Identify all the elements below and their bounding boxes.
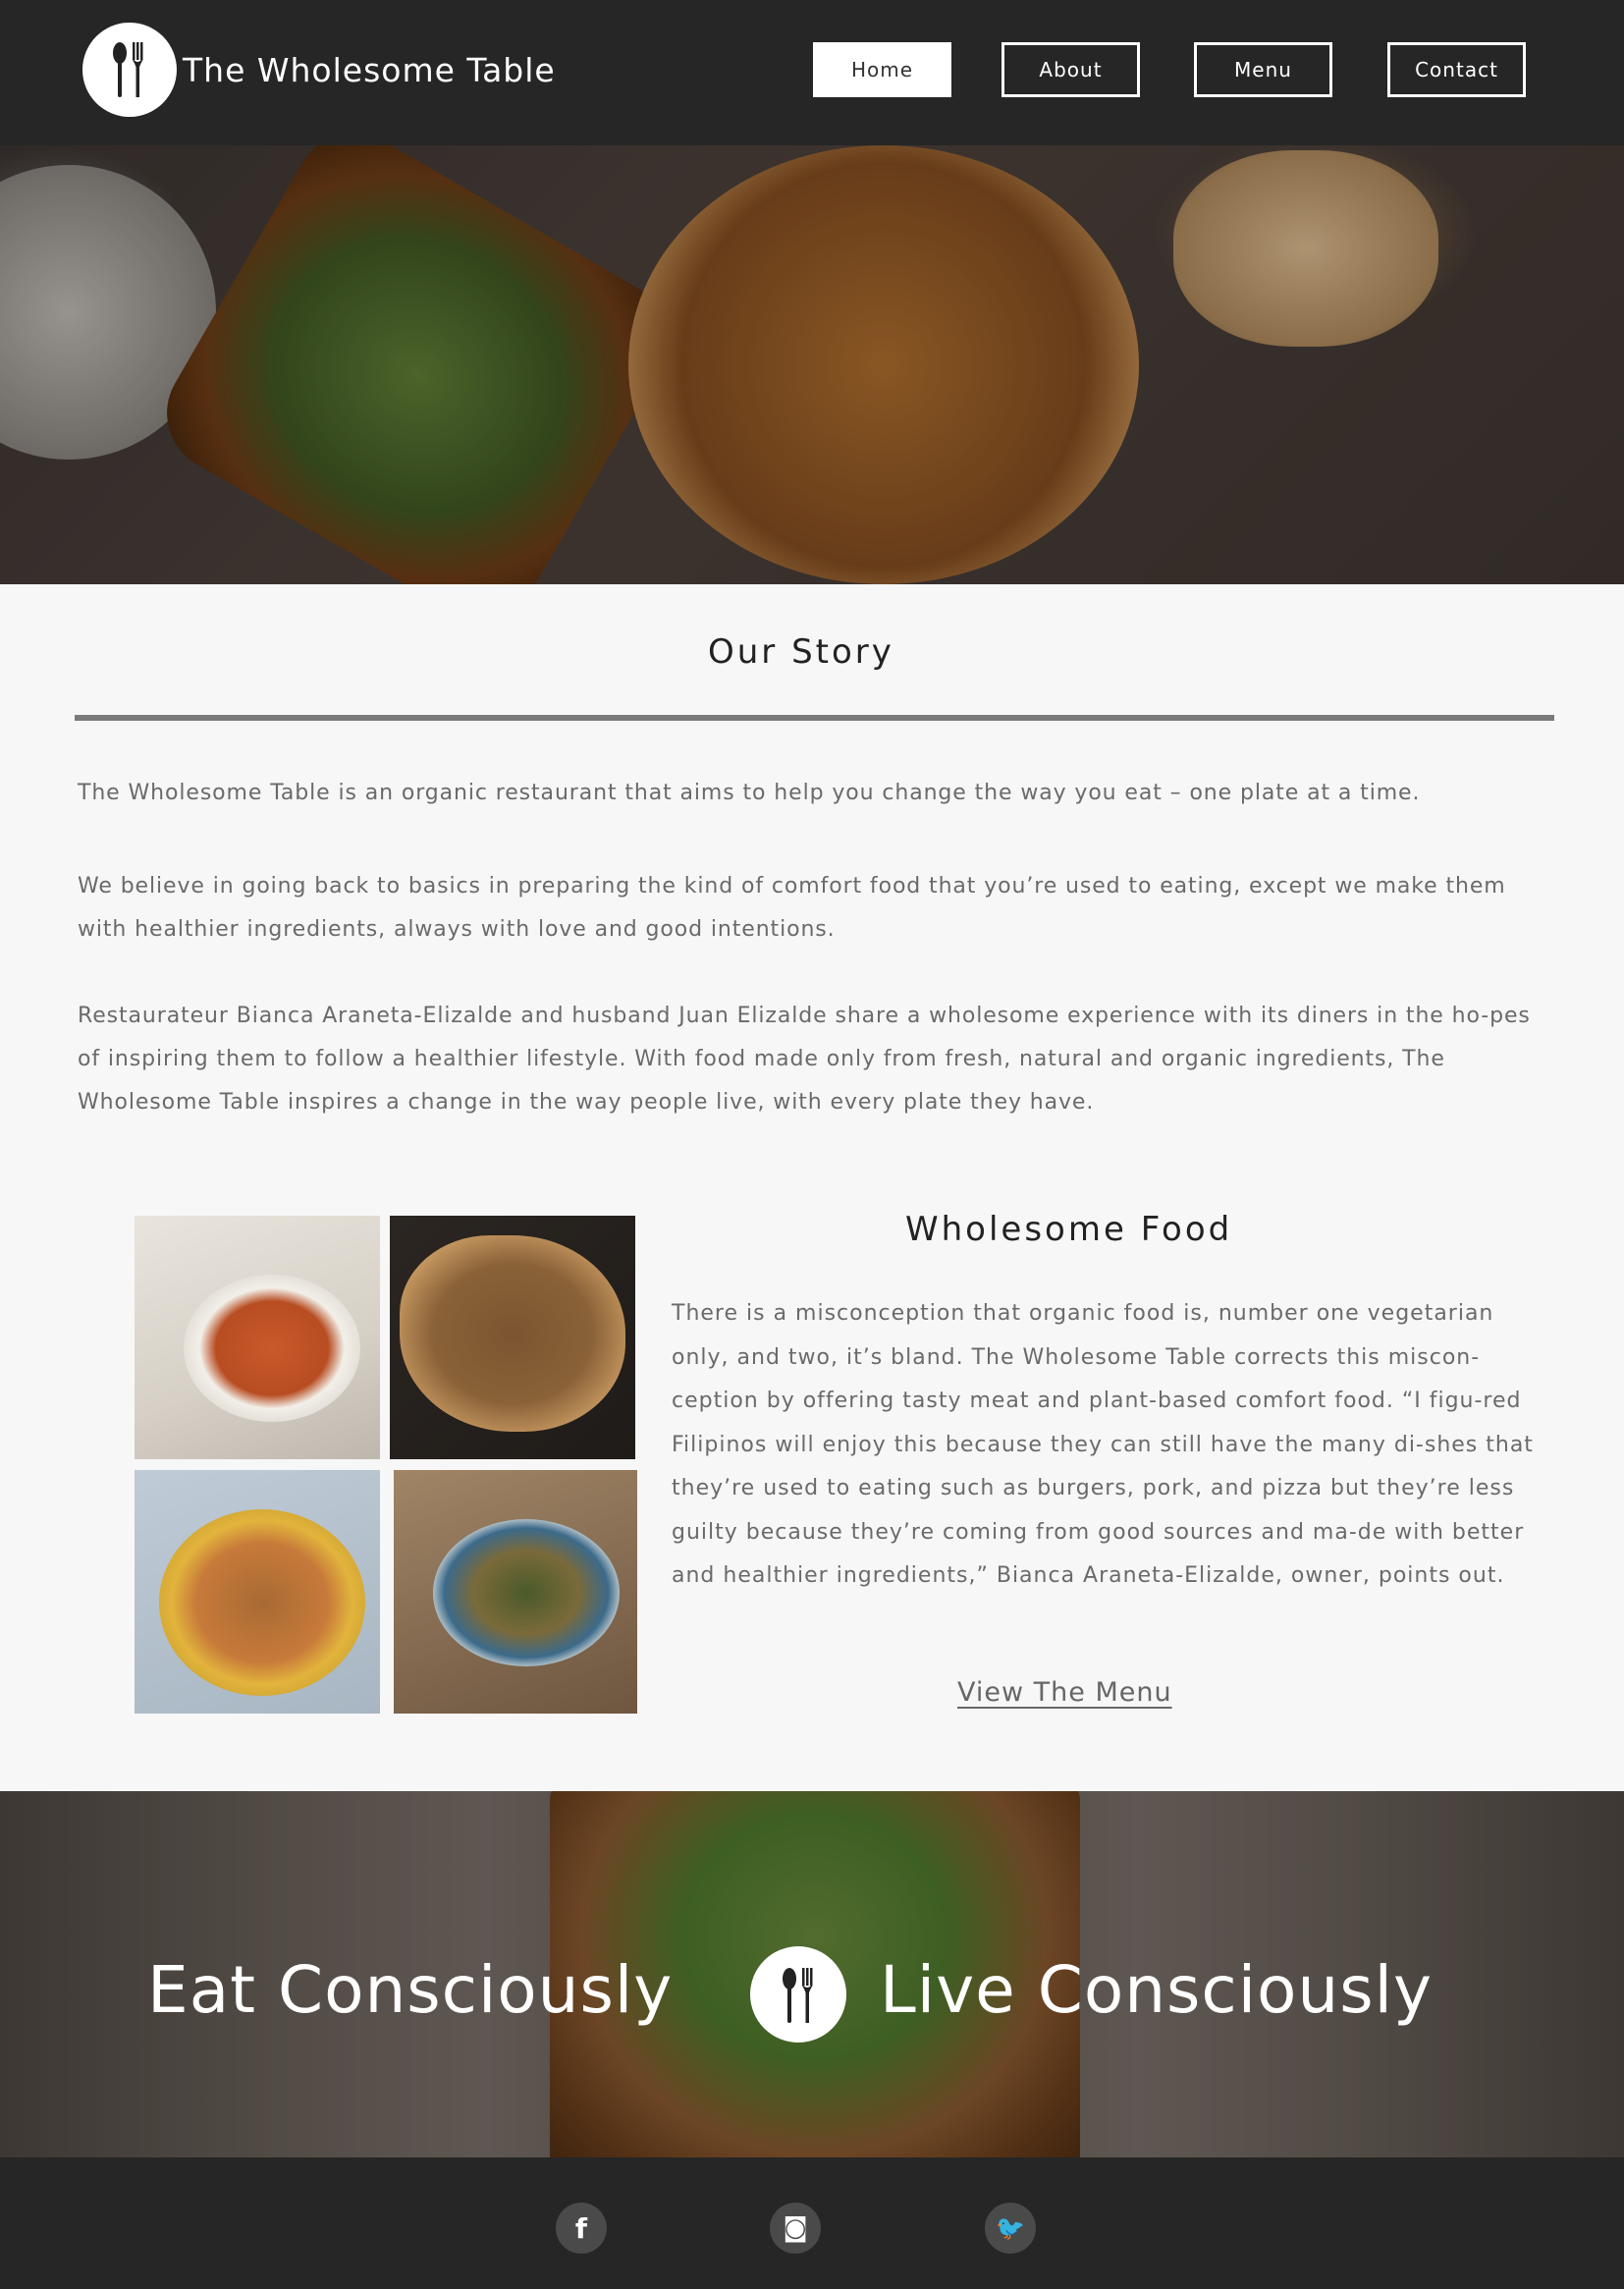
- pizza-photo: [390, 1216, 635, 1459]
- site-header: The Wholesome Table Home About Menu Cont…: [0, 0, 1624, 145]
- brand-name[interactable]: The Wholesome Table: [183, 51, 556, 89]
- banner-left-text: Eat Consciously: [147, 1952, 674, 2028]
- nav-contact-button[interactable]: Contact: [1387, 42, 1526, 97]
- story-title: Our Story: [708, 632, 894, 672]
- pasta-photo: [135, 1470, 380, 1714]
- salad-bowl-shape: [145, 145, 689, 584]
- fork-spoon-icon: [113, 42, 143, 97]
- divider: [75, 715, 1554, 721]
- logo[interactable]: [82, 23, 177, 117]
- soup-photo: [135, 1216, 380, 1459]
- plate-shape: [0, 165, 216, 460]
- noodle-bowl-photo: [394, 1470, 637, 1714]
- banner-logo: [750, 1946, 846, 2043]
- facebook-icon[interactable]: f: [556, 2203, 607, 2254]
- nav-about-button[interactable]: About: [1001, 42, 1140, 97]
- story-paragraph: We believe in going back to basics in pr…: [78, 874, 1506, 942]
- food-title: Wholesome Food: [905, 1210, 1233, 1249]
- instagram-icon[interactable]: ◙: [770, 2203, 821, 2254]
- fork-spoon-icon: [783, 1968, 813, 2023]
- nav-menu-button[interactable]: Menu: [1194, 42, 1332, 97]
- twitter-icon[interactable]: 🐦: [985, 2203, 1036, 2254]
- banner-right-text: Live Consciously: [880, 1952, 1434, 2028]
- story-paragraph: The Wholesome Table is an organic restau…: [78, 781, 1421, 805]
- bread-shape: [1173, 150, 1438, 347]
- view-menu-link[interactable]: View The Menu: [957, 1677, 1172, 1708]
- pizza-shape: [628, 145, 1139, 584]
- food-description: There is a misconception that organic fo…: [672, 1301, 1534, 1588]
- story-paragraph: Restaurateur Bianca Araneta-Elizalde and…: [78, 1004, 1531, 1115]
- hero-image: [0, 145, 1624, 584]
- nav-home-button[interactable]: Home: [813, 42, 951, 97]
